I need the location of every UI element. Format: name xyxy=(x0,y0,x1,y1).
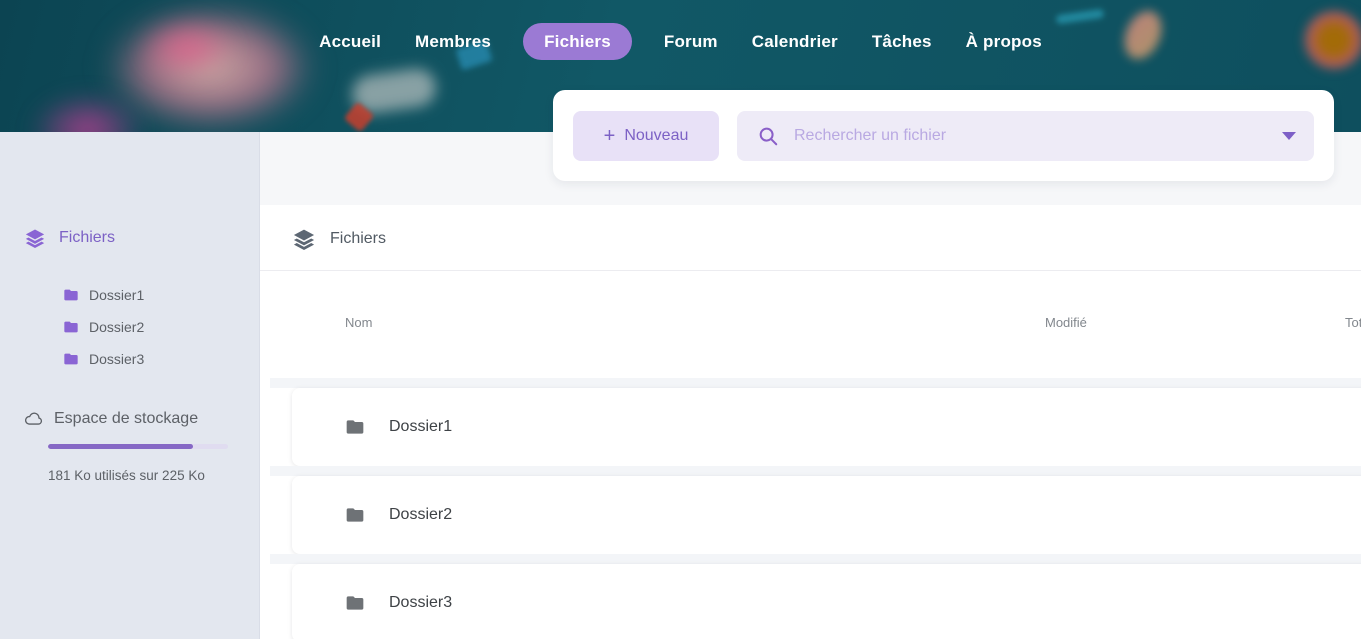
sidebar-folder-dossier2[interactable]: Dossier2 xyxy=(63,319,144,335)
main-content: Fichiers Nom Modifié Total Dossier1 Doss… xyxy=(260,132,1361,639)
files-app-page: { "nav": { "items": [ { "label": "Accuei… xyxy=(0,0,1361,639)
page-title-label: Fichiers xyxy=(330,230,386,248)
row-gap xyxy=(270,554,1361,564)
file-search-box[interactable] xyxy=(737,111,1314,161)
file-list: Dossier1 Dossier2 Dossier3 xyxy=(260,378,1361,639)
row-gap xyxy=(270,378,1361,388)
storage-title-label: Espace de stockage xyxy=(54,410,198,428)
storage-progressbar xyxy=(48,444,228,449)
file-row-dossier2[interactable]: Dossier2 xyxy=(292,476,1361,554)
file-row-dossier1[interactable]: Dossier1 xyxy=(292,388,1361,466)
cloud-icon xyxy=(24,409,43,428)
nav-item-membres[interactable]: Membres xyxy=(413,23,493,60)
sidebar-item-fichiers[interactable]: Fichiers xyxy=(25,228,115,248)
sidebar-item-label: Fichiers xyxy=(59,229,115,247)
new-file-button-label: Nouveau xyxy=(624,127,688,145)
file-name: Dossier2 xyxy=(389,506,452,524)
nav-item-fichiers[interactable]: Fichiers xyxy=(523,23,632,60)
nav-item-forum[interactable]: Forum xyxy=(662,23,720,60)
storage-usage-text: 181 Ko utilisés sur 225 Ko xyxy=(48,468,205,483)
storage-section-title: Espace de stockage xyxy=(24,409,198,428)
file-toolbar: + Nouveau xyxy=(553,90,1334,181)
decorative-confetti-streak xyxy=(1056,9,1105,25)
folder-icon xyxy=(63,319,79,335)
new-file-button[interactable]: + Nouveau xyxy=(573,111,719,161)
decorative-blob-magenta xyxy=(30,92,145,132)
storage-progress-fill xyxy=(48,444,193,449)
folder-icon xyxy=(345,505,365,525)
column-header-modifie: Modifié xyxy=(1045,315,1087,330)
folder-icon xyxy=(345,593,365,613)
layers-icon xyxy=(25,228,45,248)
sidebar-folder-label: Dossier3 xyxy=(89,351,144,367)
column-header-nom: Nom xyxy=(345,315,372,330)
folder-icon xyxy=(63,351,79,367)
file-name: Dossier3 xyxy=(389,594,452,612)
plus-icon: + xyxy=(604,126,616,146)
sidebar: Fichiers Dossier1 Dossier2 Dossier3 Espa… xyxy=(0,132,260,639)
decorative-confetti-pill xyxy=(350,66,438,115)
decorative-confetti-red xyxy=(344,102,375,132)
files-panel-header: Fichiers Nom Modifié Total xyxy=(260,205,1361,378)
folder-icon xyxy=(345,417,365,437)
nav-item-accueil[interactable]: Accueil xyxy=(317,23,383,60)
layers-icon xyxy=(293,228,315,250)
divider xyxy=(260,270,1361,271)
file-name: Dossier1 xyxy=(389,418,452,436)
sidebar-folder-dossier3[interactable]: Dossier3 xyxy=(63,351,144,367)
page-title: Fichiers xyxy=(293,228,386,250)
sidebar-folder-label: Dossier2 xyxy=(89,319,144,335)
nav-item-a-propos[interactable]: À propos xyxy=(964,23,1044,60)
search-icon xyxy=(757,125,779,147)
sidebar-folder-dossier1[interactable]: Dossier1 xyxy=(63,287,144,303)
folder-icon xyxy=(63,287,79,303)
chevron-down-icon[interactable] xyxy=(1282,132,1296,140)
nav-item-taches[interactable]: Tâches xyxy=(870,23,934,60)
column-header-total: Total xyxy=(1345,315,1361,330)
main-nav: Accueil Membres Fichiers Forum Calendrie… xyxy=(0,23,1361,60)
nav-item-calendrier[interactable]: Calendrier xyxy=(750,23,840,60)
sidebar-folder-label: Dossier1 xyxy=(89,287,144,303)
file-row-dossier3[interactable]: Dossier3 xyxy=(292,564,1361,639)
row-gap xyxy=(270,466,1361,476)
search-input[interactable] xyxy=(794,127,1267,145)
